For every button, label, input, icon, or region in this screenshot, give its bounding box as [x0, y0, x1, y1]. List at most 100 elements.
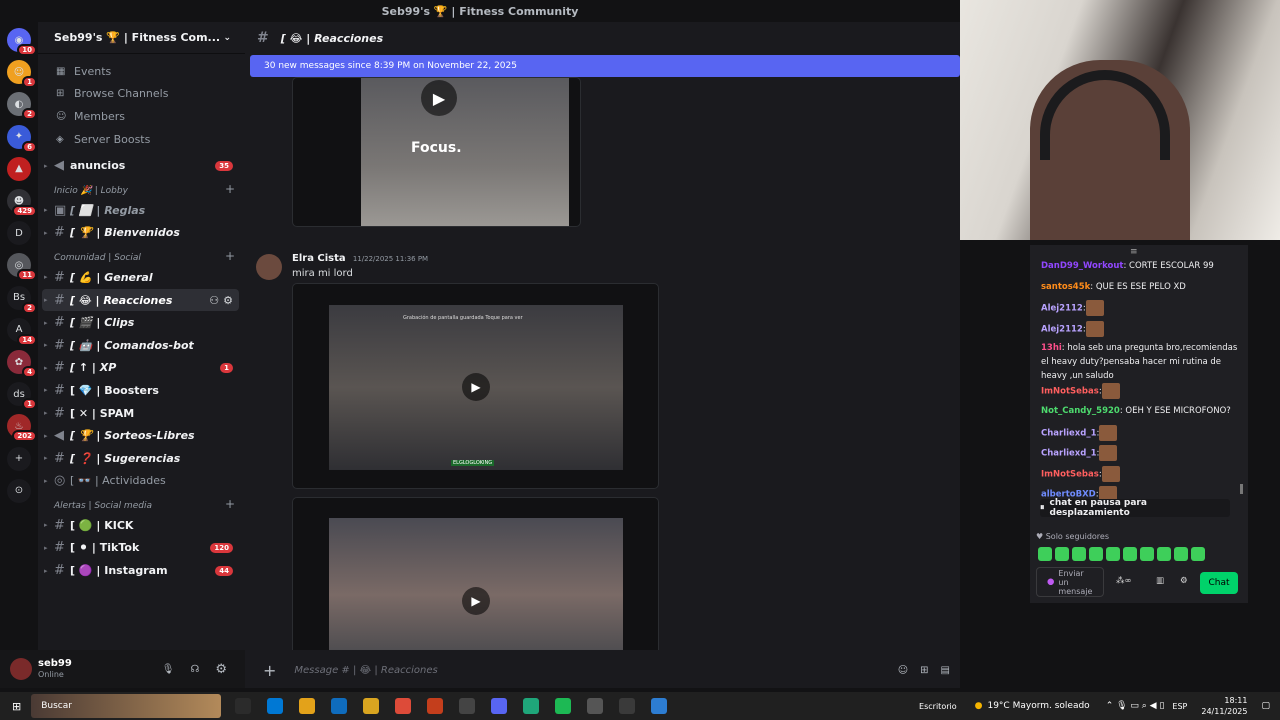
server-icon[interactable]: ds 1 [7, 382, 37, 411]
server-icon[interactable]: ◉ 10 [7, 28, 37, 56]
taskbar-app-icon[interactable] [427, 698, 444, 714]
emote-icon[interactable] [1123, 547, 1137, 561]
channel-item[interactable]: ▸ # [ 💎 | Boosters [38, 379, 245, 402]
taskbar-app-icon[interactable] [459, 698, 476, 714]
add-channel-icon[interactable]: + [225, 497, 235, 511]
emote-icon[interactable] [1174, 547, 1188, 561]
chat-paused-banner[interactable]: ⏸ chat en pausa para desplazamiento [1040, 498, 1230, 518]
add-attachment-icon[interactable]: + [263, 661, 276, 680]
server-icon[interactable]: ◎ 11 [7, 253, 37, 282]
add-member-icon[interactable]: ⚇ [209, 294, 219, 307]
tray-icons[interactable]: ⌃ 🎙 ▭ ⌕ ◀ ▯ [1106, 701, 1165, 711]
scrollbar[interactable] [1240, 484, 1243, 494]
message-composer[interactable]: + Message # | 😂 | Reacciones ☺ ⊞ ▤ [245, 655, 960, 685]
server-icon[interactable]: ✿ 4 [7, 350, 37, 378]
channel-item[interactable]: ▸ ◀ [ 🏆 | Sorteos-Libres [38, 424, 245, 447]
message-author[interactable]: Elra Cista [292, 253, 346, 264]
channel-item[interactable]: ▸ # [ ❓ | Sugerencias [38, 447, 245, 470]
video-attachment-2[interactable]: Grabación de pantalla guardada Toque par… [292, 283, 659, 489]
clock[interactable]: 18:11 24/11/2025 [1201, 695, 1247, 717]
channel-item[interactable]: ▸ # [ ✕ | SPAM [38, 402, 245, 425]
emote-icon[interactable] [1055, 547, 1069, 561]
chat-username[interactable]: Charliexd_1 [1041, 428, 1097, 438]
desktop-label[interactable]: Escritorio [919, 702, 957, 711]
taskbar-app-icon[interactable] [395, 698, 412, 714]
chat-username[interactable]: DanD99_Workout [1041, 261, 1123, 271]
channel-item[interactable]: ▸ # [ 😂 | Reacciones ⚇ ⚙ [42, 288, 239, 312]
taskbar-app-icon[interactable] [363, 698, 380, 714]
chat-username[interactable]: santos45k [1041, 282, 1090, 292]
server-icon[interactable]: A 14 [7, 317, 37, 346]
notification-icon[interactable]: ▢ [1261, 701, 1270, 711]
taskbar-app-icon[interactable] [619, 698, 636, 714]
server-header[interactable]: Seb99's 🏆 | Fitness Com... ⌄ [38, 22, 245, 54]
headphones-icon[interactable]: ☊ [190, 664, 199, 675]
gift-icon[interactable]: ▤ [941, 665, 950, 676]
store-icon[interactable]: ▥ [1156, 576, 1164, 586]
windows-icon[interactable]: ⊞ [12, 700, 21, 713]
server-icon[interactable]: ♨ 202 [7, 414, 37, 443]
play-icon[interactable]: ▶ [462, 373, 490, 401]
channel-item[interactable]: ▸ # [ ⚫ | TikTok 120 [38, 537, 245, 560]
chat-username[interactable]: ImNotSebas [1041, 469, 1099, 479]
chat-username[interactable]: Alej2112 [1041, 324, 1083, 334]
chat-username[interactable]: Alej2112 [1041, 304, 1083, 314]
avatar[interactable] [256, 254, 282, 280]
taskbar-app-icon[interactable] [555, 698, 572, 714]
channel-item[interactable]: ▸ ◎ [ 👓 | Actividades [38, 470, 245, 493]
emote-icon[interactable] [1038, 547, 1052, 561]
chat-username[interactable]: 13hi [1041, 343, 1062, 353]
gear-icon[interactable]: ⚙ [223, 294, 233, 307]
nav-item-browse-channels[interactable]: ⊞ Browse Channels [38, 83, 245, 106]
server-icon[interactable]: + [7, 446, 31, 471]
chat-username[interactable]: ImNotSebas [1041, 387, 1099, 397]
category-header[interactable]: Inicio 🎉 | Lobby + [38, 177, 245, 199]
server-icon[interactable]: ◐ 2 [7, 92, 37, 121]
channel-item[interactable]: ▸ # [ 🟢 | KICK [38, 514, 245, 537]
bits-icon[interactable]: ⁂∞ [1116, 576, 1132, 586]
message-input[interactable]: Message # | 😂 | Reacciones [294, 665, 897, 676]
chat-username[interactable]: Not_Candy_5920 [1041, 406, 1120, 416]
menu-icon[interactable]: ≡ [1130, 247, 1138, 257]
taskbar-app-icon[interactable] [651, 698, 668, 714]
play-icon[interactable]: ▶ [462, 587, 490, 615]
video-attachment-1[interactable]: ▶ Focus. [292, 77, 581, 227]
mic-icon[interactable]: ● [1047, 577, 1054, 587]
mic-icon[interactable]: 🎙 [162, 664, 175, 675]
channel-item[interactable]: ▸ ▣[ ⬜ | Reglas [38, 199, 245, 222]
taskbar-app-icon[interactable] [299, 698, 316, 714]
apps-icon[interactable]: ⊞ [920, 665, 928, 676]
emote-icon[interactable] [1072, 547, 1086, 561]
category-header[interactable]: Comunidad | Social + [38, 244, 245, 266]
gear-icon[interactable]: ⚙ [215, 662, 227, 677]
taskbar-app-icon[interactable] [331, 698, 348, 714]
server-icon[interactable]: ⊙ [7, 478, 31, 503]
server-icon[interactable]: ☺ 1 [7, 60, 37, 89]
taskbar-search[interactable]: Buscar [31, 694, 222, 718]
chat-input[interactable]: ● Enviar un mensaje [1036, 567, 1104, 597]
emote-icon[interactable] [1140, 547, 1154, 561]
channel-item[interactable]: ▸ # [ 🟣 | Instagram 44 [38, 559, 245, 582]
play-icon[interactable]: ▶ [421, 80, 457, 116]
taskbar-app-icon[interactable] [491, 698, 508, 714]
gear-icon[interactable]: ⚙ [1180, 576, 1188, 586]
avatar[interactable] [10, 658, 32, 680]
channel-anuncios[interactable]: ▸ ◀ anuncios 35 [38, 154, 245, 177]
channel-item[interactable]: ▸ # [ 🎬 | Clips [38, 311, 245, 334]
server-icon[interactable]: D [7, 221, 31, 246]
emote-icon[interactable] [1157, 547, 1171, 561]
channel-item[interactable]: ▸ # [ 💪 | General [38, 266, 245, 289]
nav-item-members[interactable]: ☺ Members [38, 105, 245, 128]
chat-username[interactable]: Charliexd_1 [1041, 449, 1097, 459]
video-attachment-3[interactable]: ▶ [292, 497, 659, 650]
add-channel-icon[interactable]: + [225, 249, 235, 263]
taskbar-app-icon[interactable] [267, 698, 284, 714]
nav-item-server-boosts[interactable]: ◈ Server Boosts [38, 128, 245, 151]
taskbar-app-icon[interactable] [523, 698, 540, 714]
taskbar-app-icon[interactable] [587, 698, 604, 714]
channel-item[interactable]: ▸ # [ 🤖 | Comandos-bot [38, 334, 245, 357]
server-icon[interactable]: ☻ 429 [7, 189, 37, 217]
new-messages-bar[interactable]: 30 new messages since 8:39 PM on Novembe… [250, 55, 960, 77]
server-icon[interactable]: Bs 2 [7, 285, 37, 314]
category-header[interactable]: Alertas | Social media + [38, 492, 245, 514]
